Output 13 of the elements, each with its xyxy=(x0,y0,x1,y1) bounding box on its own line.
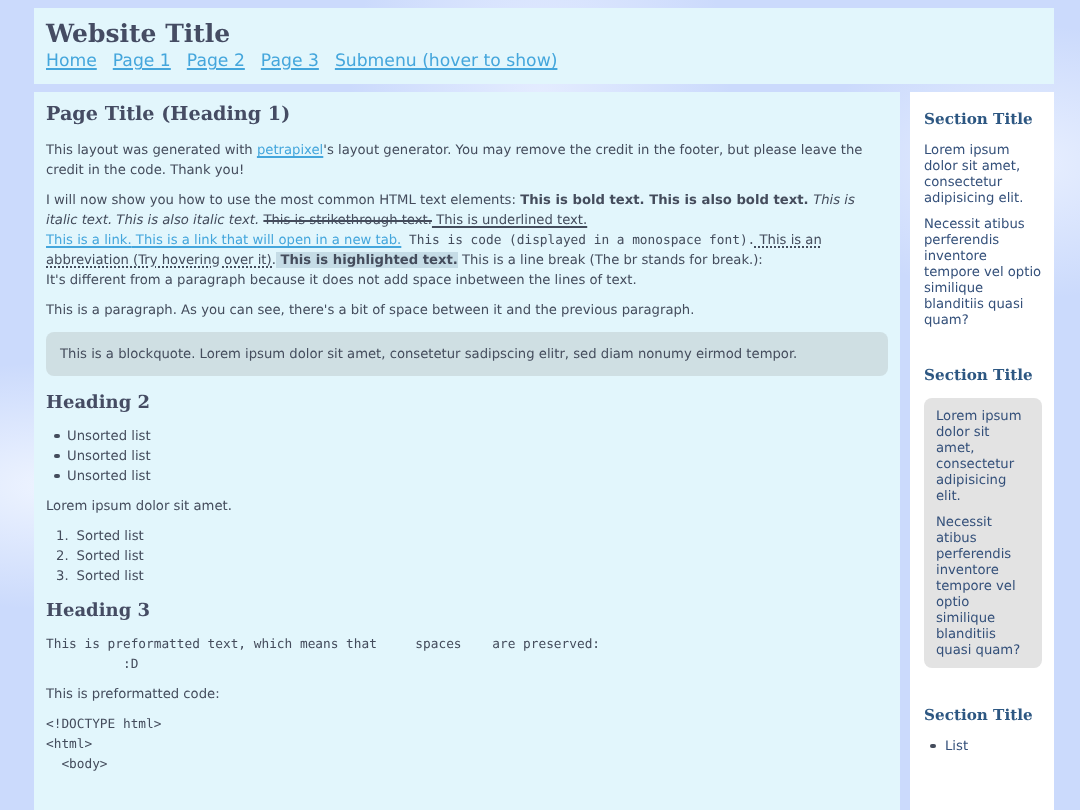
nav-link[interactable]: Submenu (hover to show) xyxy=(334,52,558,72)
page-title: Page Title (Heading 1) xyxy=(46,102,293,130)
bullet-icon xyxy=(54,453,59,459)
nav-link[interactable]: Page 1 xyxy=(112,52,171,72)
nav-link[interactable]: Home xyxy=(46,52,97,72)
nav-link[interactable]: Page 2 xyxy=(186,52,245,72)
site-title: Website Title xyxy=(46,18,233,48)
bullet-icon xyxy=(54,473,59,479)
section-heading: Heading 2 xyxy=(46,392,153,416)
bullet-icon xyxy=(930,743,935,749)
bullet-icon xyxy=(54,433,59,439)
nav-link[interactable]: Page 3 xyxy=(260,52,319,72)
section-heading: Heading 3 xyxy=(46,600,153,624)
